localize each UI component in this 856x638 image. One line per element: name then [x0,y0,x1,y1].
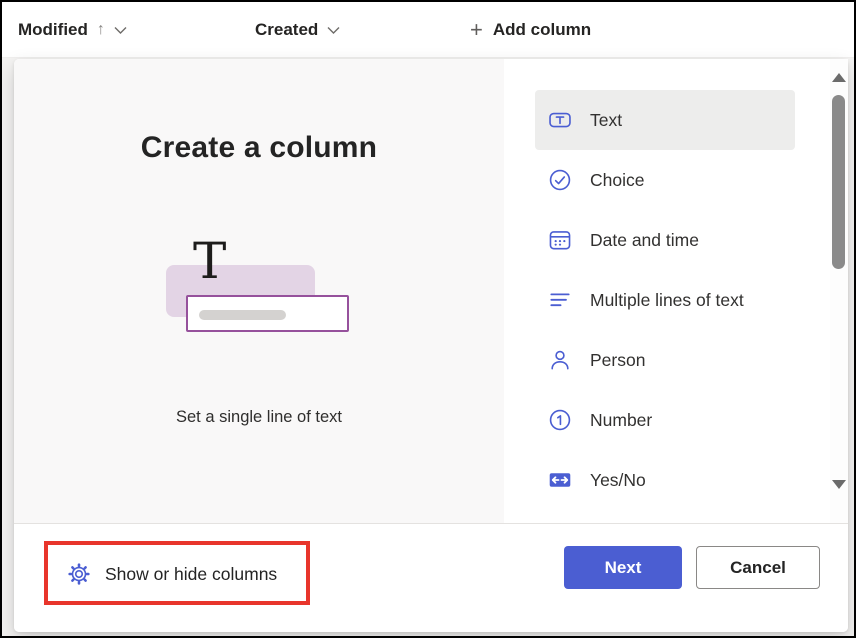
column-header-modified[interactable]: Modified ↑ [18,2,127,57]
column-type-yes-no[interactable]: Yes/No [535,450,795,510]
chevron-down-icon [114,26,127,35]
column-type-description: Set a single line of text [14,408,504,427]
column-type-label: Text [590,110,622,131]
add-column-label: Add column [493,20,591,40]
illustration-letter: T [193,236,226,286]
add-column-button[interactable]: + Add column [470,2,591,57]
scrollbar-up-arrow-icon[interactable] [832,73,846,82]
dialog-footer: Show or hide columns Next Cancel [14,523,848,632]
column-type-label: Number [590,410,652,431]
column-header-modified-label: Modified [18,20,88,40]
cancel-button[interactable]: Cancel [696,546,820,589]
text-field-icon [547,107,573,133]
next-button[interactable]: Next [564,546,682,589]
show-or-hide-columns-button[interactable]: Show or hide columns [60,551,283,597]
yes-no-toggle-icon [547,467,573,493]
screenshot-root: Modified ↑ Created + Add column Create a… [0,0,856,638]
sort-ascending-icon: ↑ [97,22,105,38]
column-header-created[interactable]: Created [255,2,340,57]
list-column-header-bar: Modified ↑ Created + Add column [2,2,854,58]
illustration-text-field [186,295,349,332]
calendar-icon [547,227,573,253]
plus-icon: + [470,19,483,41]
illustration-placeholder-bar [199,310,286,320]
column-type-label: Date and time [590,230,699,251]
number-one-icon [547,407,573,433]
scrollbar [830,59,848,523]
column-header-created-label: Created [255,20,318,40]
create-column-dialog: Create a column T Set a single line of t… [14,59,848,632]
show-or-hide-columns-label: Show or hide columns [105,564,277,585]
person-icon [547,347,573,373]
column-type-panel: Text Choice Date and time Multiple lines of… [504,59,848,523]
multiline-text-icon [547,287,573,313]
column-type-text[interactable]: Text [535,90,795,150]
column-type-date-and-time[interactable]: Date and time [535,210,795,270]
column-type-label: Multiple lines of text [590,290,744,311]
column-preview-panel: Create a column T Set a single line of t… [14,59,504,523]
column-type-list: Text Choice Date and time Multiple lines of… [535,90,795,510]
gear-icon [66,561,92,587]
choice-check-icon [547,167,573,193]
column-type-number[interactable]: Number [535,390,795,450]
column-type-choice[interactable]: Choice [535,150,795,210]
dialog-title: Create a column [14,131,504,165]
column-type-multiple-lines-of-text[interactable]: Multiple lines of text [535,270,795,330]
scrollbar-down-arrow-icon[interactable] [832,480,846,489]
column-type-label: Choice [590,170,644,191]
chevron-down-icon [327,26,340,35]
column-type-person[interactable]: Person [535,330,795,390]
scrollbar-thumb[interactable] [832,95,845,269]
column-type-label: Yes/No [590,470,646,491]
column-type-label: Person [590,350,645,371]
